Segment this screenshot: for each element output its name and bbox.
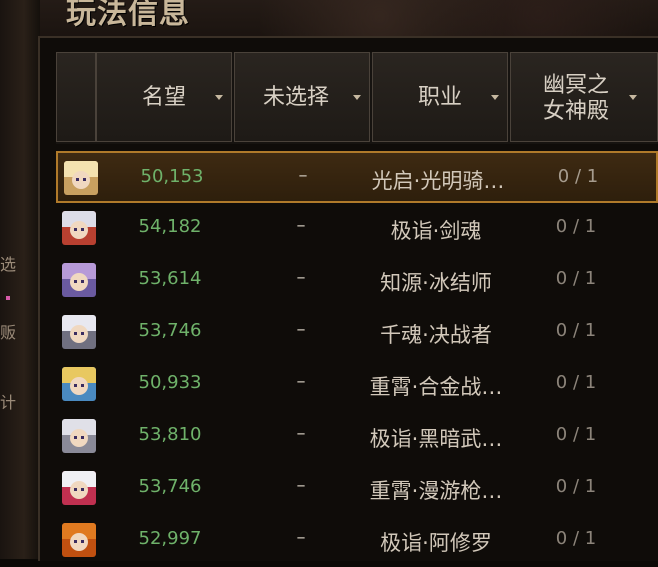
unselected-value: – [296,475,306,496]
sort-caret-icon [629,95,637,100]
character-avatar [62,263,96,297]
character-avatar [62,419,96,453]
header-job-label: 职业 [417,85,462,110]
table-row[interactable]: 54,182 – 极诣·剑魂 0 / 1 [56,203,658,255]
unselected-value: – [296,527,306,548]
dungeon-clear-count: 0 / 1 [555,268,597,289]
table-row[interactable]: 52,997 – 极诣·阿修罗 0 / 1 [56,515,658,567]
fame-value: 53,810 [138,424,202,445]
header-unselected-label: 未选择 [262,85,329,110]
unselected-value: – [296,267,306,288]
job-name: 重霄·合金战… [369,375,503,399]
table-row[interactable]: 53,614 – 知源·冰结师 0 / 1 [56,255,658,307]
fame-value: 50,933 [138,372,202,393]
sort-caret-icon [353,95,361,100]
header-fame[interactable]: 名望 [96,52,232,142]
table-row[interactable]: 53,746 – 千魂·决战者 0 / 1 [56,307,658,359]
sort-caret-icon [215,95,223,100]
character-avatar [62,211,96,245]
job-name: 极诣·剑魂 [390,219,482,243]
background-left-edge [0,0,40,559]
header-dungeon-label: 幽冥之 女神殿 [542,73,609,124]
character-avatar [62,471,96,505]
dungeon-clear-count: 0 / 1 [557,166,599,187]
fame-value: 53,746 [138,320,202,341]
header-unselected[interactable]: 未选择 [234,52,370,142]
header-cell-avatar [56,52,96,142]
fame-value: 50,153 [140,166,204,187]
left-edge-text-3: 计 [0,394,17,412]
table-row[interactable]: 50,153 – 光启·光明骑… 0 / 1 [56,151,658,203]
sort-caret-icon [491,95,499,100]
left-edge-marker [6,296,10,300]
fame-value: 52,997 [138,528,202,549]
character-avatar [64,161,98,195]
unselected-value: – [298,165,308,186]
unselected-value: – [296,319,306,340]
dungeon-clear-count: 0 / 1 [555,476,597,497]
header-job[interactable]: 职业 [372,52,508,142]
job-name: 知源·冰结师 [380,271,492,295]
unselected-value: – [296,423,306,444]
dungeon-clear-count: 0 / 1 [555,372,597,393]
left-edge-text-2: 贩 [0,324,17,342]
dungeon-clear-count: 0 / 1 [555,424,597,445]
table-row[interactable]: 50,933 – 重霄·合金战… 0 / 1 [56,359,658,411]
left-edge-text-1: 选 [0,256,17,274]
job-name: 极诣·阿修罗 [380,531,492,555]
fame-value: 53,746 [138,476,202,497]
fame-value: 54,182 [138,216,202,237]
dungeon-clear-count: 0 / 1 [555,216,597,237]
fame-value: 53,614 [138,268,202,289]
character-avatar [62,367,96,401]
header-dungeon[interactable]: 幽冥之 女神殿 [510,52,658,142]
character-avatar [62,523,96,557]
table-header: 名望 未选择 职业 幽冥之 女神殿 [56,52,658,144]
table-row[interactable]: 53,810 – 极诣·黑暗武… 0 / 1 [56,411,658,463]
unselected-value: – [296,215,306,236]
dungeon-clear-count: 0 / 1 [555,320,597,341]
job-name: 极诣·黑暗武… [369,427,503,451]
character-avatar [62,315,96,349]
job-name: 光启·光明骑… [371,169,505,193]
page-title: 玩法信息 [66,0,190,31]
unselected-value: – [296,371,306,392]
job-name: 千魂·决战者 [380,323,492,347]
table-row[interactable]: 53,746 – 重霄·漫游枪… 0 / 1 [56,463,658,515]
header-fame-label: 名望 [141,85,186,110]
job-name: 重霄·漫游枪… [369,479,503,503]
dungeon-clear-count: 0 / 1 [555,528,597,549]
